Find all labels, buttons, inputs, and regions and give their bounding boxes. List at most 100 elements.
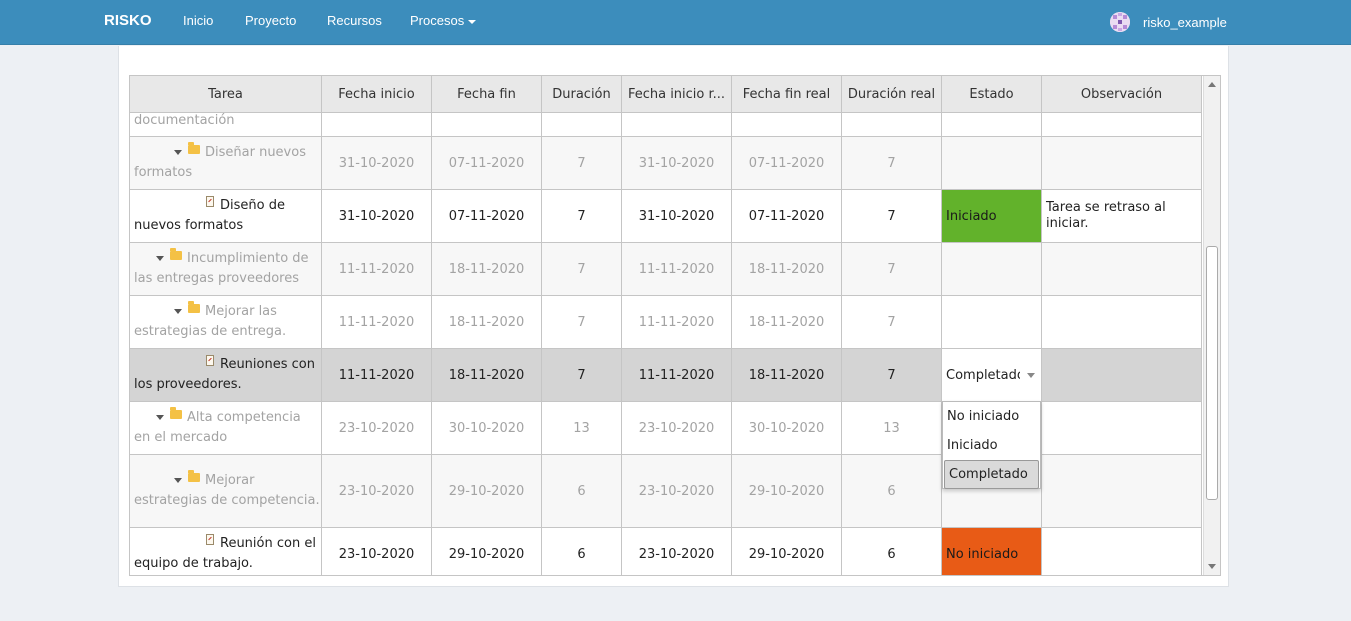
folder-icon [188,301,200,313]
cell-duracion: 7 [542,137,622,189]
cell-fecha-inicio-real: 23-10-2020 [622,455,732,527]
cell-duracion: 6 [542,455,622,527]
scroll-up-arrow-icon[interactable] [1208,82,1216,87]
table-row[interactable]: Incumplimiento de las entregas proveedor… [130,243,1202,296]
dropdown-option-completado[interactable]: Completado [944,460,1039,489]
cell-duracion: 7 [542,349,622,401]
cell-estado[interactable] [942,243,1042,295]
brand-logo[interactable]: RISKO [104,12,152,29]
collapse-arrow-icon[interactable] [174,150,182,155]
cell-fecha-inicio: 23-10-2020 [322,455,432,527]
cell-fecha-fin-real: 18-11-2020 [732,349,842,401]
cell-observacion[interactable] [1042,296,1202,348]
cell-fecha-inicio: 11-11-2020 [322,243,432,295]
estado-select[interactable]: Completado [942,349,1042,401]
estado-select-value: Completado [946,367,1020,383]
cell-duracion-real: 7 [842,349,942,401]
cell-fecha-inicio: 11-11-2020 [322,296,432,348]
cell-fecha-inicio: 31-10-2020 [322,190,432,242]
cell-observacion[interactable] [1042,455,1202,527]
cell-duracion-real: 7 [842,137,942,189]
cell-fecha-fin-real: 18-11-2020 [732,296,842,348]
task-name-text: documentación [134,113,235,128]
cell-observacion[interactable] [1042,349,1202,401]
cell-observacion[interactable] [1042,137,1202,189]
chevron-down-icon[interactable] [1027,373,1035,378]
cell-fecha-fin [432,113,542,136]
col-header-fecha-inicio[interactable]: Fecha inicio [322,76,432,112]
col-header-fecha-fin-real[interactable]: Fecha fin real [732,76,842,112]
table-row-selected[interactable]: Reuniones con los proveedores. 11-11-202… [130,349,1202,402]
cell-fecha-inicio: 23-10-2020 [322,402,432,454]
cell-fecha-fin: 29-10-2020 [432,455,542,527]
estado-dropdown-list[interactable]: No iniciado Iniciado Completado [942,401,1041,489]
table-row[interactable]: documentación [130,113,1202,137]
cell-duracion-real: 7 [842,190,942,242]
cell-observacion[interactable] [1042,528,1202,575]
cell-duracion-real: 13 [842,402,942,454]
task-name: Diseño de nuevos formatos [130,190,322,242]
table-row[interactable]: Mejorar las estrategias de entrega. 11-1… [130,296,1202,349]
nav-proyecto[interactable]: Proyecto [245,13,296,28]
table-row[interactable]: Diseñar nuevos formatos 31-10-2020 07-11… [130,137,1202,190]
table-row[interactable]: Mejorar estrategias de competencia. 23-1… [130,455,1202,528]
cell-fecha-fin-real: 07-11-2020 [732,137,842,189]
table-row[interactable]: Diseño de nuevos formatos 31-10-2020 07-… [130,190,1202,243]
status-badge[interactable]: No iniciado [942,528,1042,575]
user-menu[interactable]: risko_example [1110,10,1227,34]
folder-icon [170,248,182,260]
cell-fecha-fin: 18-11-2020 [432,349,542,401]
collapse-arrow-icon[interactable] [174,478,182,483]
cell-fecha-inicio-real: 23-10-2020 [622,402,732,454]
avatar [1110,12,1130,32]
task-name: Diseñar nuevos formatos [130,137,322,189]
collapse-arrow-icon[interactable] [156,415,164,420]
task-name: Alta competencia en el mercado [130,402,322,454]
col-header-estado[interactable]: Estado [942,76,1042,112]
col-header-fecha-inicio-real[interactable]: Fecha inicio r... [622,76,732,112]
vertical-scrollbar[interactable] [1203,76,1220,575]
collapse-arrow-icon[interactable] [156,256,164,261]
nav-procesos-dropdown[interactable]: Procesos [410,13,477,28]
cell-estado[interactable] [942,296,1042,348]
nav-inicio[interactable]: Inicio [183,13,213,28]
task-name-text: Reunión con el equipo de trabajo. [134,536,316,571]
col-header-observacion[interactable]: Observación [1042,76,1202,112]
scrollbar-thumb[interactable] [1206,246,1218,500]
col-header-fecha-fin[interactable]: Fecha fin [432,76,542,112]
scroll-down-arrow-icon[interactable] [1208,564,1216,569]
cell-fecha-inicio: 31-10-2020 [322,137,432,189]
col-header-duracion[interactable]: Duración [542,76,622,112]
col-header-duracion-real[interactable]: Duración real [842,76,942,112]
status-badge[interactable]: Iniciado [942,190,1042,242]
task-icon [206,355,214,366]
cell-duracion [542,113,622,136]
dropdown-option-iniciado[interactable]: Iniciado [943,431,1040,460]
table-row[interactable]: Reunión con el equipo de trabajo. 23-10-… [130,528,1202,575]
cell-fecha-inicio [322,113,432,136]
task-name-text: Reuniones con los proveedores. [134,357,315,392]
collapse-arrow-icon[interactable] [174,309,182,314]
nav-recursos[interactable]: Recursos [327,13,382,28]
table-row[interactable]: Alta competencia en el mercado 23-10-202… [130,402,1202,455]
cell-fecha-inicio-real: 31-10-2020 [622,190,732,242]
cell-estado[interactable] [942,137,1042,189]
username: risko_example [1143,14,1227,30]
cell-fecha-fin-real: 30-10-2020 [732,402,842,454]
cell-duracion: 7 [542,243,622,295]
task-name-text: Mejorar las estrategias de entrega. [134,304,287,339]
cell-duracion-real: 6 [842,528,942,575]
cell-fecha-fin: 30-10-2020 [432,402,542,454]
cell-observacion[interactable] [1042,402,1202,454]
task-icon [206,534,214,545]
cell-observacion[interactable]: Tarea se retraso al iniciar. [1042,190,1202,242]
task-icon [206,196,214,207]
cell-fecha-inicio-real: 11-11-2020 [622,349,732,401]
col-header-tarea[interactable]: Tarea [130,76,322,112]
task-name: Mejorar estrategias de competencia. [130,455,322,527]
cell-observacion [1042,113,1202,136]
dropdown-option-no-iniciado[interactable]: No iniciado [943,402,1040,431]
cell-duracion-real: 7 [842,296,942,348]
cell-fecha-inicio: 23-10-2020 [322,528,432,575]
cell-observacion[interactable] [1042,243,1202,295]
